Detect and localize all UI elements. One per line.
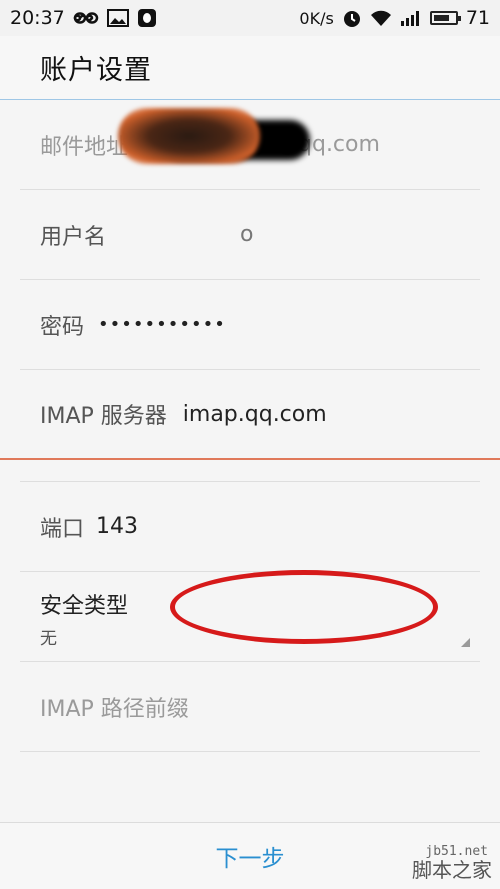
imap-server-field[interactable]: IMAP 服务器 imap.qq.com [0,370,500,460]
app-bar: 账户设置 [0,36,500,100]
password-field[interactable]: 密码 ••••••••••• [20,280,480,370]
wifi-icon [370,9,392,27]
qq-icon [137,8,157,28]
username-label: 用户名 [40,224,107,250]
port-field[interactable]: 端口 143 [20,482,480,572]
battery-level: 71 [465,7,490,29]
alarm-icon [342,8,362,28]
username-value: o [240,222,254,247]
email-label: 邮件地址 [40,134,129,160]
watermark-text: 脚本之家 [412,858,492,882]
battery-icon [429,11,461,25]
password-label: 密码 [40,314,85,340]
port-label: 端口 [40,516,85,542]
clock: 20:37 [10,7,65,29]
imap-prefix-label: IMAP 路径前缀 [40,696,189,722]
password-value: ••••••••••• [98,314,226,335]
security-type-value: 无 [40,629,57,649]
page-title: 账户设置 [40,55,152,86]
imap-server-value: imap.qq.com [182,401,327,427]
net-speed: 0K/s [299,8,334,28]
port-value: 143 [96,514,139,539]
annotation-ellipse [170,570,438,644]
security-type-label: 安全类型 [40,594,129,619]
next-button[interactable]: 下一步 [216,839,285,873]
imap-prefix-field[interactable]: IMAP 路径前缀 [20,662,480,752]
imap-server-label: IMAP 服务器 [40,404,167,429]
username-field[interactable]: 用户名 o [20,190,480,280]
signal-icon [400,10,422,26]
image-icon [106,9,129,27]
watermark: jb51.net 脚本之家 [410,829,500,889]
redacted-username-blur [118,108,260,164]
dropdown-arrow-icon [461,638,470,647]
account-settings-form: 邮件地址 76@qq.com 用户名 o 密码 ••••••••••• IMAP… [0,100,500,752]
section-divider [20,460,480,482]
status-bar: 20:37 0K/s 71 [0,0,500,36]
infinity-icon [73,11,99,25]
